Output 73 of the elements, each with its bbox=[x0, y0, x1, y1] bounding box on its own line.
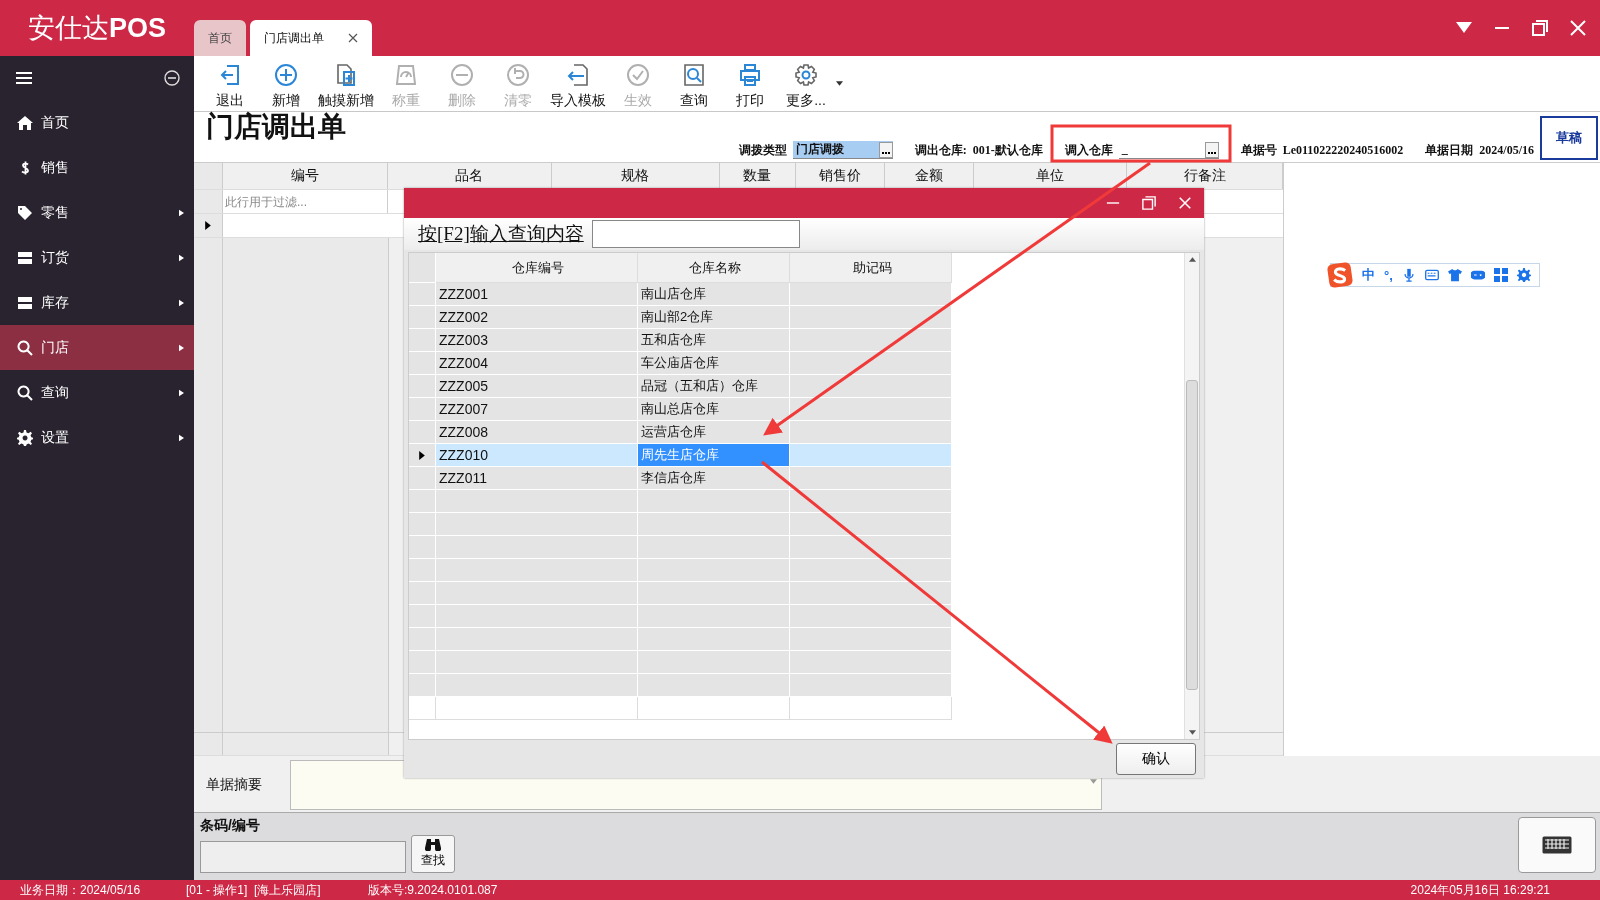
table-cell: ZZZ004 bbox=[436, 352, 638, 375]
toolbar-button[interactable]: 新增 bbox=[258, 63, 314, 111]
field-label: 单据号 bbox=[1240, 141, 1277, 159]
tab[interactable]: 首页 bbox=[194, 20, 246, 56]
table-cell: 五和店仓库 bbox=[638, 329, 790, 352]
sidebar-item[interactable]: 库存 bbox=[0, 280, 194, 325]
field-value: 001-默认仓库 bbox=[972, 141, 1043, 159]
table-row[interactable]: ZZZ008 运营店仓库 bbox=[409, 421, 1184, 444]
table-cell: 运营店仓库 bbox=[638, 421, 790, 444]
field-value: Le011022220240516002 bbox=[1282, 142, 1404, 158]
clock: 2024年05月16日 16:29:21 bbox=[1410, 881, 1551, 899]
field-value: 2024/05/16 bbox=[1479, 142, 1534, 158]
toolbar-button[interactable]: 查询 bbox=[666, 63, 722, 111]
table-cell: ZZZ008 bbox=[436, 421, 638, 444]
toolbar-button[interactable]: 更多... bbox=[778, 63, 834, 111]
sidebar-item[interactable]: 订货 bbox=[0, 235, 194, 280]
picker-field[interactable]: _ bbox=[1118, 141, 1219, 159]
tab[interactable]: 门店调出单 bbox=[250, 20, 372, 56]
column-header[interactable]: 仓库编号 bbox=[436, 253, 638, 283]
punctuation-toggle[interactable]: °, bbox=[1384, 267, 1393, 283]
toolbar-button[interactable]: 导入模板 bbox=[546, 63, 610, 111]
confirm-button[interactable]: 确认 bbox=[1116, 743, 1196, 775]
toolbar-button[interactable]: 退出 bbox=[202, 63, 258, 111]
table-row[interactable]: ZZZ010 周先生店仓库 bbox=[409, 444, 1184, 467]
table-row[interactable]: ZZZ001 南山店仓库 bbox=[409, 283, 1184, 306]
table-row[interactable]: ZZZ005 品冠（五和店）仓库 bbox=[409, 375, 1184, 398]
barcode-label: 条码/编号 bbox=[200, 817, 261, 835]
sidebar-item[interactable]: 首页 bbox=[0, 100, 194, 145]
table-cell: ZZZ005 bbox=[436, 375, 638, 398]
sidebar-item[interactable]: 设置 bbox=[0, 415, 194, 460]
table-cell: 品冠（五和店）仓库 bbox=[638, 375, 790, 398]
picker-field[interactable]: 门店调拨 bbox=[792, 141, 893, 159]
column-header[interactable]: 仓库名称 bbox=[638, 253, 790, 283]
summary-label: 单据摘要 bbox=[205, 775, 263, 794]
find-button[interactable]: 查找 bbox=[411, 835, 455, 873]
table-row[interactable]: ZZZ007 南山总店仓库 bbox=[409, 398, 1184, 421]
table-row[interactable]: ZZZ003 五和店仓库 bbox=[409, 329, 1184, 352]
toolbar-button[interactable]: 触摸新增 bbox=[314, 63, 378, 111]
search-label: 按[F2]输入查询内容 bbox=[418, 222, 584, 246]
page-title: 门店调出单 bbox=[206, 112, 346, 142]
status-button[interactable]: 草稿 bbox=[1540, 116, 1598, 160]
sidebar-item[interactable]: 销售 bbox=[0, 145, 194, 190]
input-mode-toggle[interactable]: 中 bbox=[1362, 266, 1375, 284]
table-cell: ZZZ007 bbox=[436, 398, 638, 421]
table-cell: 南山总店仓库 bbox=[638, 398, 790, 421]
table-row[interactable]: ZZZ011 李信店仓库 bbox=[409, 467, 1184, 490]
field-label: 单据日期 bbox=[1425, 141, 1474, 159]
table-cell: ZZZ010 bbox=[436, 444, 638, 467]
filter-field[interactable]: 此行用于过滤... bbox=[223, 190, 388, 213]
column-header[interactable]: 助记码 bbox=[790, 253, 952, 283]
field-label: 调入仓库 bbox=[1064, 141, 1113, 159]
table-row[interactable]: ZZZ004 车公庙店仓库 bbox=[409, 352, 1184, 375]
field-label: 调出仓库: bbox=[914, 141, 967, 159]
table-cell: ZZZ002 bbox=[436, 306, 638, 329]
table-cell: ZZZ003 bbox=[436, 329, 638, 352]
column-header[interactable]: 编号 bbox=[223, 163, 388, 189]
sidebar-item[interactable]: 查询 bbox=[0, 370, 194, 415]
table-cell: 南山部2仓库 bbox=[638, 306, 790, 329]
table-cell: 李信店仓库 bbox=[638, 467, 790, 490]
table-cell: ZZZ001 bbox=[436, 283, 638, 306]
table-row[interactable]: ZZZ002 南山部2仓库 bbox=[409, 306, 1184, 329]
version-number: 版本号:9.2024.0101.087 bbox=[368, 881, 498, 899]
table-cell: ZZZ011 bbox=[436, 467, 638, 490]
table-cell: 车公庙店仓库 bbox=[638, 352, 790, 375]
sidebar-item[interactable]: 零售 bbox=[0, 190, 194, 235]
table-cell: 周先生店仓库 bbox=[638, 444, 790, 467]
table-cell: 南山店仓库 bbox=[638, 283, 790, 306]
field-label: 调拨类型 bbox=[738, 141, 787, 159]
toolbar-button[interactable]: 打印 bbox=[722, 63, 778, 111]
operator-info: [01 - 操作1] [海上乐园店] bbox=[186, 881, 322, 899]
business-date: 业务日期：2024/05/16 bbox=[19, 881, 142, 899]
app-logo: 安仕达POS bbox=[27, 12, 168, 45]
sidebar-item[interactable]: 门店 bbox=[0, 325, 194, 370]
